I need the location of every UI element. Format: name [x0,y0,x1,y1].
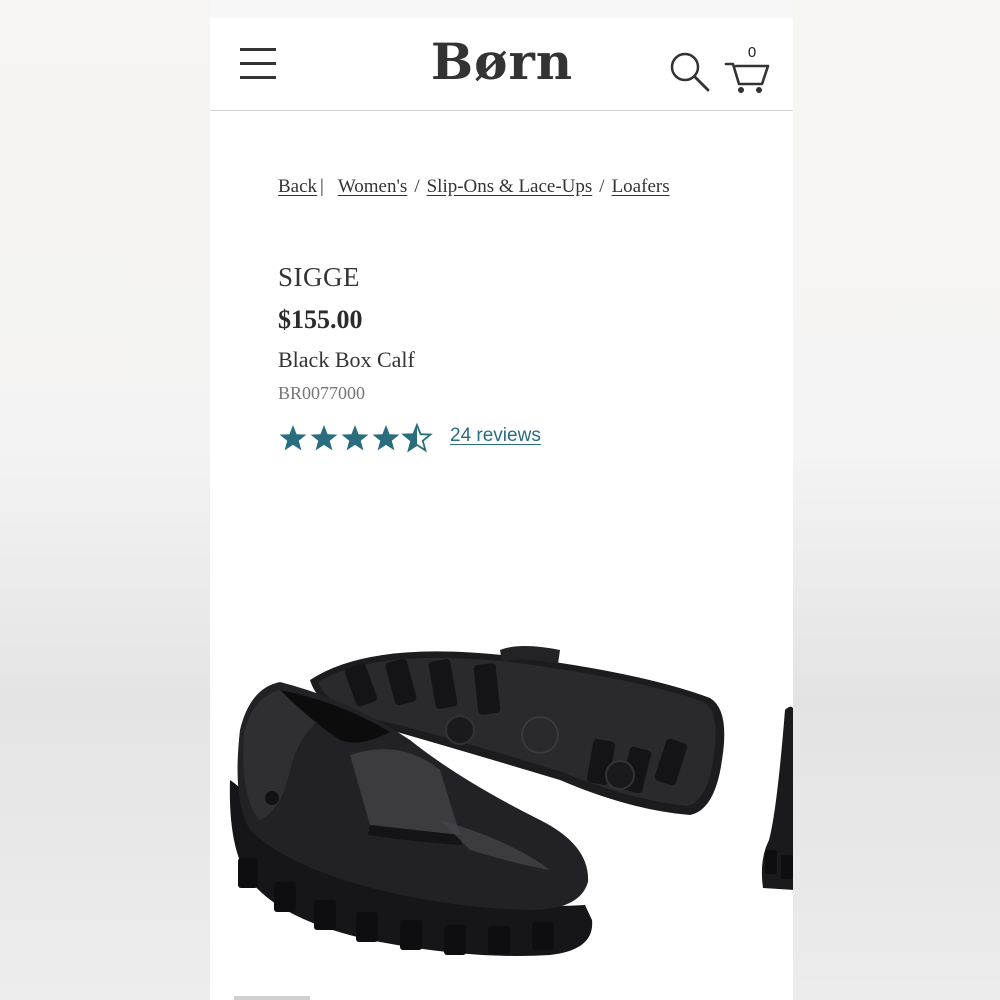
star-icon [279,425,307,451]
hamburger-line [240,76,276,79]
star-icon [372,425,400,451]
brand-logo[interactable]: Børn [422,34,582,90]
star-rating[interactable] [278,420,438,454]
product-page: Børn 0 Back | Women's / Slip-Ons & Lace-Ups /… [210,0,793,1000]
product-sku: BR0077000 [278,383,366,403]
background-left [0,0,210,1000]
product-title: SIGGE [278,262,360,292]
menu-button[interactable] [240,48,278,80]
background-right [793,0,1000,1000]
next-product-image-peek[interactable] [755,690,793,900]
hamburger-line [240,62,276,65]
product-price: $155.00 [278,305,363,334]
product-image[interactable] [210,620,793,1000]
breadcrumb: Back | Women's / Slip-Ons & Lace-Ups / Loafers [278,176,758,202]
search-button[interactable] [668,50,712,94]
breadcrumb-loafers-link[interactable]: Loafers [612,176,670,197]
breadcrumb-back-link[interactable]: Back [278,176,317,197]
hamburger-menu-icon [240,48,276,51]
breadcrumb-slip-ons-link[interactable]: Slip-Ons & Lace-Ups [427,176,593,197]
search-icon [670,52,710,92]
star-icon [310,425,338,451]
image-scroll-indicator [234,996,310,1000]
status-bar [210,0,793,18]
half-star-icon [402,424,432,452]
breadcrumb-separator: / [599,176,605,197]
rating-stars [279,424,432,452]
product-color: Black Box Calf [278,347,415,372]
cart-count-badge: 0 [747,44,757,61]
breadcrumb-divider: | [320,176,324,197]
cart-button[interactable]: 0 [724,44,772,94]
star-icon [341,425,369,451]
breadcrumb-separator: / [414,176,420,197]
breadcrumb-womens-link[interactable]: Women's [338,176,407,197]
site-header: Børn 0 [210,18,793,111]
reviews-link[interactable]: 24 reviews [450,425,541,447]
